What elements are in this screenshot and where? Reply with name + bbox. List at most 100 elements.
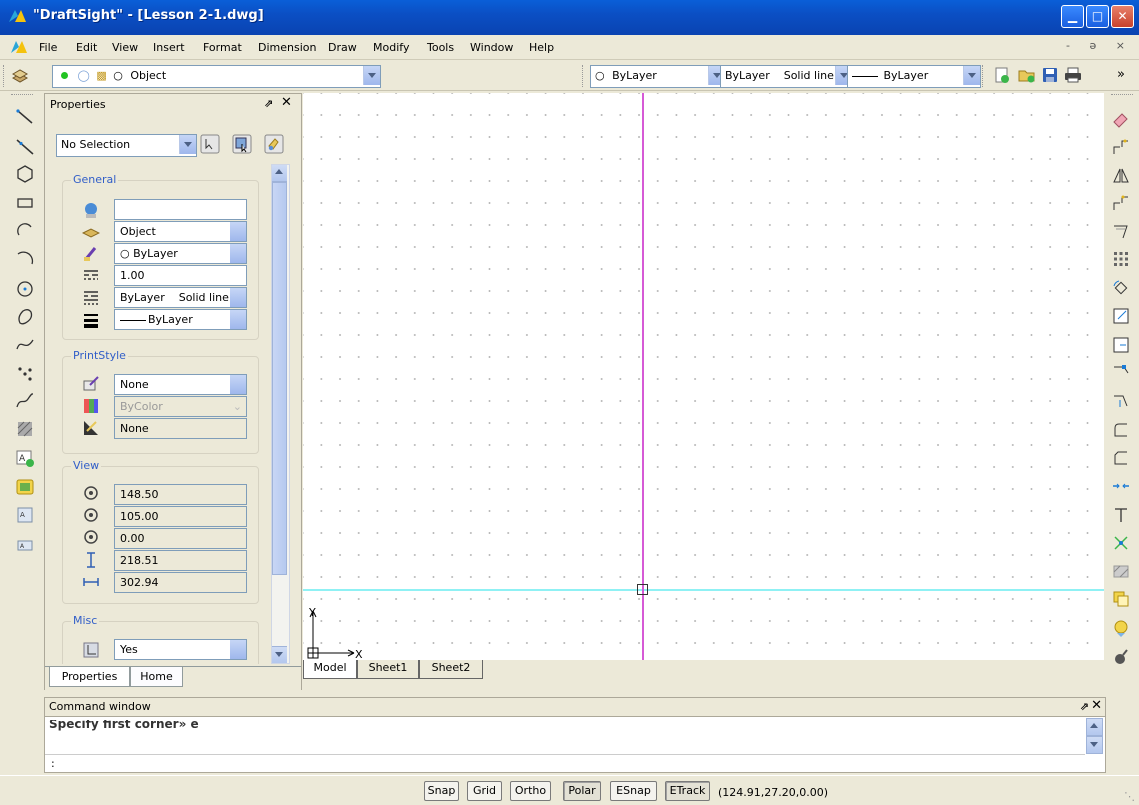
linestyle-combo[interactable]: ByLayer Solid line xyxy=(720,65,853,88)
curve-tool-icon[interactable] xyxy=(15,391,35,411)
chevron-down-icon[interactable] xyxy=(230,222,246,241)
close-panel-icon[interactable]: ✕ xyxy=(281,95,292,110)
pattern-tool-icon[interactable] xyxy=(1111,222,1131,242)
chevron-down-icon[interactable] xyxy=(363,66,380,85)
infinite-line-tool-icon[interactable] xyxy=(15,137,35,157)
select-objects-icon[interactable] xyxy=(232,134,252,154)
hatch-tool-icon[interactable] xyxy=(15,419,35,439)
polygon-tool-icon[interactable] xyxy=(15,164,35,184)
esnap-toggle[interactable]: ESnap xyxy=(610,781,657,801)
layer-field[interactable]: Object xyxy=(114,221,247,242)
toolbar-grip[interactable] xyxy=(582,65,586,87)
menu-edit[interactable]: Edit xyxy=(76,41,97,54)
stretch-tool-icon[interactable] xyxy=(1111,335,1131,355)
color-combo[interactable]: ○ ByLayer xyxy=(590,65,726,88)
linecolor-field[interactable]: ○ ByLayer xyxy=(114,243,247,264)
layer-manager-icon[interactable] xyxy=(11,66,29,84)
chevron-down-icon[interactable] xyxy=(230,640,246,659)
mdi-window-controls[interactable]: - ə × xyxy=(1066,39,1133,52)
resize-grip-icon[interactable]: ⋱ xyxy=(1124,790,1135,803)
save-icon[interactable] xyxy=(1041,66,1059,84)
ortho-toggle[interactable]: Ortho xyxy=(510,781,551,801)
close-window-icon[interactable]: ✕ xyxy=(1091,697,1102,715)
drawing-canvas[interactable]: Y X xyxy=(303,93,1104,661)
toolbar-grip[interactable] xyxy=(1111,94,1133,98)
float-panel-icon[interactable]: ⇗ xyxy=(264,97,273,110)
scale-tool-icon[interactable] xyxy=(1111,306,1131,326)
polar-toggle[interactable]: Polar xyxy=(563,781,601,801)
properties-scrollbar[interactable] xyxy=(271,164,290,664)
selection-combo[interactable]: No Selection xyxy=(56,134,197,157)
quick-select-icon[interactable] xyxy=(264,134,284,154)
point-tool-icon[interactable] xyxy=(15,364,35,384)
extend-tool-icon[interactable] xyxy=(1111,391,1131,411)
toolbar-grip[interactable] xyxy=(11,94,33,98)
menu-view[interactable]: View xyxy=(112,41,138,54)
lineweight-field[interactable]: ByLayer xyxy=(114,309,247,330)
toolbar-overflow-icon[interactable]: » xyxy=(1117,67,1125,82)
linescale-field[interactable]: 1.00 xyxy=(114,265,247,286)
line-tool-icon[interactable] xyxy=(15,107,35,127)
cloud-tool-icon[interactable] xyxy=(15,307,35,327)
tab-sheet2[interactable]: Sheet2 xyxy=(419,660,483,679)
offset-tool-icon[interactable] xyxy=(1111,193,1131,213)
close-button[interactable]: ✕ xyxy=(1111,5,1134,28)
menu-help[interactable]: Help xyxy=(529,41,554,54)
document-logo-icon[interactable] xyxy=(11,40,27,54)
print-icon[interactable] xyxy=(1064,66,1082,84)
chevron-down-icon[interactable] xyxy=(230,244,246,263)
chevron-down-icon[interactable] xyxy=(963,66,980,85)
etrack-toggle[interactable]: ETrack xyxy=(665,781,710,801)
match-properties-icon[interactable] xyxy=(1111,618,1131,638)
join-tool-icon[interactable] xyxy=(1111,476,1131,496)
chevron-down-icon[interactable] xyxy=(230,375,246,394)
float-window-icon[interactable]: ⇗ xyxy=(1080,698,1089,716)
tab-home[interactable]: Home xyxy=(130,667,183,687)
snap-toggle[interactable]: Snap xyxy=(424,781,459,801)
drawing-inspect-icon[interactable] xyxy=(1111,646,1131,666)
new-file-icon[interactable] xyxy=(993,66,1011,84)
toggle-pickadd-icon[interactable] xyxy=(200,134,220,154)
tab-properties[interactable]: Properties xyxy=(49,667,130,687)
menu-tools[interactable]: Tools xyxy=(427,41,454,54)
command-input[interactable]: : xyxy=(45,754,1085,772)
fillet-tool-icon[interactable] xyxy=(1111,420,1131,440)
menu-dimension[interactable]: Dimension xyxy=(258,41,316,54)
menu-format[interactable]: Format xyxy=(203,41,242,54)
scroll-thumb[interactable] xyxy=(272,182,287,575)
array-tool-icon[interactable] xyxy=(1111,249,1131,269)
arc-tool-icon[interactable] xyxy=(15,221,35,241)
copy-tool-icon[interactable] xyxy=(1111,137,1131,157)
chevron-down-icon[interactable] xyxy=(230,310,246,329)
scroll-down-button[interactable] xyxy=(272,646,287,663)
rotate-tool-icon[interactable] xyxy=(1111,278,1131,298)
tab-model[interactable]: Model xyxy=(303,660,357,679)
chamfer-tool-icon[interactable] xyxy=(1111,448,1131,468)
menu-window[interactable]: Window xyxy=(470,41,513,54)
menu-file[interactable]: File xyxy=(39,41,57,54)
maximize-button[interactable]: □ xyxy=(1086,5,1109,28)
minimize-button[interactable]: ▁ xyxy=(1061,5,1084,28)
lineweight-combo[interactable]: ByLayer xyxy=(847,65,981,88)
toolbar-grip[interactable] xyxy=(982,65,986,87)
explode-tool-icon[interactable] xyxy=(1111,533,1131,553)
grid-toggle[interactable]: Grid xyxy=(467,781,502,801)
text-tool-icon[interactable]: A xyxy=(15,448,35,468)
title-bar[interactable]: "DraftSight" - [Lesson 2-1.dwg] ▁ □ ✕ xyxy=(0,0,1139,35)
scroll-down-button[interactable] xyxy=(1086,736,1103,754)
block-tool-icon[interactable]: A xyxy=(15,505,35,525)
layer-combo[interactable]: ◯ ▩ ○ Object xyxy=(52,65,381,88)
linestyle-field[interactable]: ByLayer Solid line xyxy=(114,287,247,308)
properties-tool-icon[interactable] xyxy=(1111,589,1131,609)
menu-insert[interactable]: Insert xyxy=(153,41,185,54)
spline-tool-icon[interactable] xyxy=(15,335,35,355)
color-field[interactable] xyxy=(114,199,247,220)
menu-modify[interactable]: Modify xyxy=(373,41,409,54)
arc-3pt-tool-icon[interactable] xyxy=(15,249,35,269)
scroll-up-button[interactable] xyxy=(272,165,287,182)
break-tool-icon[interactable] xyxy=(1111,505,1131,525)
printstyle-field[interactable]: None xyxy=(114,374,247,395)
hatch-edit-tool-icon[interactable] xyxy=(1111,561,1131,581)
erase-tool-icon[interactable] xyxy=(1111,109,1131,129)
toolbar-grip[interactable] xyxy=(3,65,7,87)
